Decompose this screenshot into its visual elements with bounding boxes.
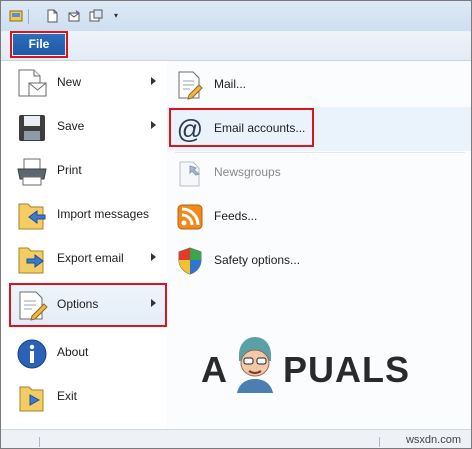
printer-icon — [15, 155, 49, 189]
watermark-text-left: A — [201, 349, 228, 390]
mail-options-icon — [175, 70, 205, 100]
menu-item-label: Export email — [57, 251, 124, 265]
submenu-item-label: Safety options... — [214, 253, 301, 267]
submenu-item-mail[interactable]: Mail... — [167, 63, 471, 107]
menu-item-about[interactable]: About — [9, 331, 167, 375]
menu-item-exit[interactable]: Exit — [9, 375, 167, 419]
submenu-item-label: Mail... — [214, 77, 247, 91]
new-document-icon — [15, 67, 49, 101]
exit-folder-icon — [15, 381, 49, 415]
menu-item-label: Import messages — [57, 207, 150, 221]
mascot-logo-icon — [231, 333, 279, 393]
new-document-icon[interactable] — [45, 9, 59, 23]
file-tab[interactable]: File — [10, 31, 68, 58]
svg-text:@: @ — [177, 114, 203, 144]
submenu-item-safety-options[interactable]: Safety options... — [167, 239, 471, 283]
menu-item-label: Save — [57, 119, 85, 133]
save-disk-icon — [15, 111, 49, 145]
menu-item-label: Exit — [57, 389, 78, 403]
info-icon — [15, 337, 49, 371]
submenu-arrow-icon — [151, 299, 156, 307]
menu-item-save[interactable]: Save — [9, 105, 167, 149]
status-separator — [379, 437, 380, 447]
status-bar — [1, 429, 471, 448]
menu-item-new[interactable]: New — [9, 61, 167, 105]
submenu-item-newsgroups: Newsgroups — [167, 151, 471, 195]
import-folder-icon — [15, 199, 49, 233]
export-folder-icon — [15, 243, 49, 277]
send-receive-icon[interactable] — [89, 9, 103, 23]
submenu-arrow-icon — [151, 253, 156, 261]
submenu-arrow-icon — [151, 121, 156, 129]
reply-icon[interactable] — [67, 9, 81, 23]
toolbar-separator — [28, 9, 29, 24]
menu-item-label: New — [57, 75, 82, 89]
rss-feed-icon — [175, 202, 205, 232]
appuals-watermark: A PUALS — [201, 329, 431, 399]
watermark-text-right: PUALS — [283, 349, 411, 390]
newsgroups-icon — [175, 158, 205, 188]
safety-shield-icon — [175, 246, 205, 276]
menu-item-options[interactable]: Options — [9, 283, 167, 327]
menu-item-import-messages[interactable]: Import messages — [9, 193, 167, 237]
submenu-item-label: Email accounts... — [214, 121, 306, 135]
menu-item-export-email[interactable]: Export email — [9, 237, 167, 281]
customize-toolbar-dropdown-icon[interactable]: ▾ — [111, 11, 121, 21]
options-document-icon — [15, 289, 49, 323]
menu-item-label: Print — [57, 163, 82, 177]
status-separator — [39, 437, 40, 447]
menu-item-label: About — [57, 345, 89, 359]
submenu-item-feeds[interactable]: Feeds... — [167, 195, 471, 239]
submenu-item-email-accounts[interactable]: @ Email accounts... — [167, 107, 471, 151]
ribbon-tab-bar — [1, 31, 471, 61]
submenu-arrow-icon — [151, 77, 156, 85]
app-icon — [9, 9, 23, 23]
quick-access-toolbar: ▾ — [1, 1, 471, 31]
submenu-item-label: Newsgroups — [214, 165, 281, 179]
at-sign-icon: @ — [175, 114, 205, 144]
menu-item-label: Options — [57, 297, 99, 311]
application-window: ▾ File New Save Print Import messages Ex… — [0, 0, 472, 449]
corner-watermark: wsxdn.com — [405, 434, 461, 446]
menu-item-print[interactable]: Print — [9, 149, 167, 193]
submenu-item-label: Feeds... — [214, 209, 258, 223]
file-menu-left-pane: New Save Print Import messages Export em… — [9, 61, 168, 429]
